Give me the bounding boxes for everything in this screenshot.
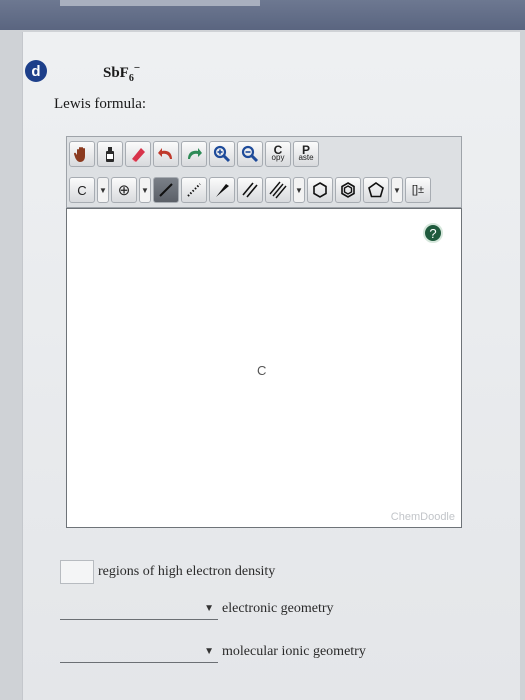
zoom-out-icon [241,145,259,163]
formula-subscript: 6 [128,73,134,84]
hand-tool-button[interactable] [69,141,95,167]
pentagon-icon [368,182,384,198]
copy-button[interactable]: Copy [265,141,291,167]
triple-bond-icon [269,181,287,199]
ring-dropdown-arrow[interactable]: ▼ [391,177,403,203]
molecular-geometry-row: ▼ molecular ionic geometry [60,641,366,663]
canvas-atom-label[interactable]: C [257,363,266,378]
undo-button[interactable] [153,141,179,167]
regions-label: regions of high electron density [98,564,276,579]
single-bond-icon [159,183,173,197]
bracket-button[interactable]: []± [405,177,431,203]
electronic-geometry-label: electronic geometry [222,601,334,616]
regions-input[interactable] [60,560,94,584]
zoom-in-button[interactable] [209,141,235,167]
electronic-geometry-row: ▼ electronic geometry [60,598,334,620]
bottle-icon [106,147,114,162]
cyclohexane-button[interactable] [307,177,333,203]
chevron-down-icon: ▼ [204,603,214,614]
sketcher-toolbar: Copy Paste C ▼ ⊕ ▼ ▼ ▼ []± [66,136,462,208]
double-bond-icon [242,182,258,198]
redo-button[interactable] [181,141,207,167]
cyclopentane-button[interactable] [363,177,389,203]
single-bond-button[interactable] [153,177,179,203]
chevron-down-icon: ▼ [204,646,214,657]
help-icon[interactable]: ? [423,223,443,243]
element-label: C [77,182,87,198]
paste-button[interactable]: Paste [293,141,319,167]
benzene-button[interactable] [335,177,361,203]
copy-label-small: opy [271,153,285,162]
question-badge: d [25,60,47,82]
paste-label-small: aste [298,153,314,162]
eraser-icon [132,148,145,162]
undo-icon [158,148,172,159]
double-bond-button[interactable] [237,177,263,203]
top-bar-tab[interactable] [60,0,260,6]
top-bar [0,0,525,30]
recessed-bond-button[interactable] [181,177,207,203]
formula-main: SbF [103,65,129,81]
formula-superscript: − [133,62,141,74]
toolbar-row-1: Copy Paste [69,141,319,169]
molecular-geometry-select[interactable]: ▼ [60,641,218,663]
benzene-icon [341,182,355,198]
redo-icon [188,148,202,159]
molecular-geometry-label: molecular ionic geometry [222,644,366,659]
zoom-in-icon [213,145,231,163]
chemdoodle-watermark: ChemDoodle [390,511,455,523]
drawing-canvas[interactable]: ? C ChemDoodle [66,208,462,528]
wedge-bond-button[interactable] [209,177,235,203]
copy-icon: Copy [271,144,285,162]
toolbar-row-2: C ▼ ⊕ ▼ ▼ ▼ []± [69,175,431,205]
zoom-out-button[interactable] [237,141,263,167]
bracket-label: []± [411,184,425,196]
clear-button[interactable] [97,141,123,167]
hand-icon [73,147,85,162]
element-dropdown-arrow[interactable]: ▼ [97,177,109,203]
charge-plus-icon: ⊕ [117,182,131,199]
lewis-formula-label: Lewis formula: [54,96,147,112]
charge-dropdown-arrow[interactable]: ▼ [139,177,151,203]
bond-dropdown-arrow[interactable]: ▼ [293,177,305,203]
wedge-bond-icon [216,184,229,197]
triple-bond-button[interactable] [265,177,291,203]
question-formula: SbF6− [103,62,140,84]
dashed-bond-icon [187,183,201,197]
electronic-geometry-select[interactable]: ▼ [60,598,218,620]
regions-row: regions of high electron density [60,560,275,584]
eraser-button[interactable] [125,141,151,167]
hexagon-icon [313,182,327,198]
charge-button[interactable]: ⊕ [111,177,137,203]
element-button[interactable]: C [69,177,95,203]
paste-icon: Paste [298,144,314,162]
